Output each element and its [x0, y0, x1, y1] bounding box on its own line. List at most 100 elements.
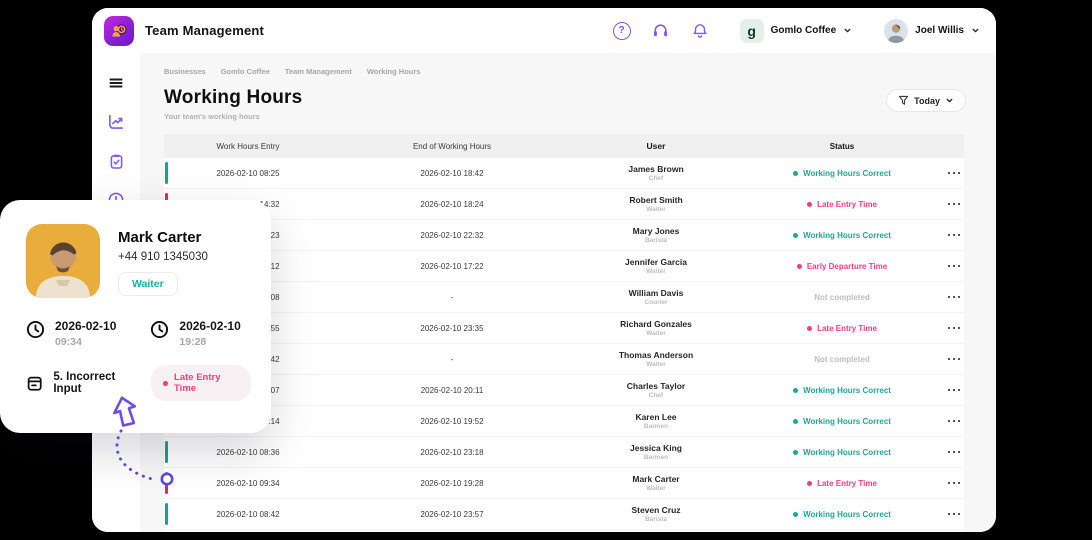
- status-label: Not completed: [814, 293, 870, 302]
- table-row[interactable]: 2026-02-10 08:36 2026-02-10 23:18 Jessic…: [164, 437, 964, 468]
- breadcrumb-team-management[interactable]: Team Management: [285, 67, 352, 76]
- header-user: User: [572, 141, 740, 151]
- table-row[interactable]: 2026-02-10 08:08 - William Davis Courier…: [164, 282, 964, 313]
- table-row[interactable]: 2026-02-10 08:25 2026-02-10 18:42 James …: [164, 158, 964, 189]
- status-label: Working Hours Correct: [803, 169, 891, 178]
- work-hours-entry: 2026-02-10 08:42: [164, 510, 332, 519]
- table-row[interactable]: 2026-02-10 08:55 2026-02-10 23:35 Richar…: [164, 313, 964, 344]
- notifications-bell-icon[interactable]: [690, 21, 710, 41]
- table-row[interactable]: [164, 530, 964, 532]
- status-badge: Early Departure Time: [740, 262, 944, 271]
- working-hours-table: Work Hours Entry End of Working Hours Us…: [164, 134, 964, 532]
- status-badge: Not completed: [740, 293, 944, 302]
- shift-start-date: 2026-02-10: [55, 319, 116, 333]
- table-row[interactable]: 2026-02-10 08:07 2026-02-10 20:11 Charle…: [164, 375, 964, 406]
- employee-detail-popup: Mark Carter +44 910 1345030 Waiter 2026-…: [0, 200, 271, 433]
- menu-hamburger-icon[interactable]: [107, 74, 125, 92]
- business-name: Gomlo Coffee: [771, 25, 837, 36]
- user-role: Waiter: [646, 361, 666, 368]
- journal-icon: [26, 374, 43, 393]
- row-menu-button[interactable]: [944, 296, 964, 299]
- clock-icon: [150, 320, 169, 339]
- employee-photo: [26, 224, 100, 298]
- breadcrumb-working-hours[interactable]: Working Hours: [367, 67, 421, 76]
- breadcrumb: Businesses Gomlo Coffee Team Management …: [164, 67, 966, 76]
- employee-role-badge: Waiter: [118, 272, 178, 296]
- date-filter-button[interactable]: Today: [886, 89, 966, 112]
- row-menu-button[interactable]: [944, 203, 964, 206]
- user-role: Barmen: [644, 423, 668, 430]
- row-menu-button[interactable]: [944, 482, 964, 485]
- shift-end-date: 2026-02-10: [179, 319, 240, 333]
- table-body: 2026-02-10 08:25 2026-02-10 18:42 James …: [164, 158, 964, 532]
- shift-end-time: 19:28: [179, 336, 240, 348]
- row-menu-button[interactable]: [944, 234, 964, 237]
- status-badge: Late Entry Time: [740, 479, 944, 488]
- user-role: Courier: [644, 299, 667, 306]
- user-avatar: [884, 19, 908, 43]
- table-row[interactable]: 2026-02-10 08:14 2026-02-10 19:52 Karen …: [164, 406, 964, 437]
- table-row[interactable]: 2026-02-10 08:23 2026-02-10 22:32 Mary J…: [164, 220, 964, 251]
- date-filter-label: Today: [914, 96, 940, 106]
- user-cell: Jennifer Garcia Waiter: [572, 257, 740, 275]
- user-cell: Mark Carter Waiter: [572, 474, 740, 492]
- support-headset-icon[interactable]: [651, 21, 671, 41]
- status-badge: Working Hours Correct: [740, 169, 944, 178]
- table-header: Work Hours Entry End of Working Hours Us…: [164, 134, 964, 158]
- business-selector[interactable]: g Gomlo Coffee: [740, 19, 853, 43]
- app-title: Team Management: [145, 23, 264, 38]
- breadcrumb-businesses[interactable]: Businesses: [164, 67, 206, 76]
- table-row[interactable]: 2026-02-10 08:42 2026-02-10 23:57 Steven…: [164, 499, 964, 530]
- row-menu-button[interactable]: [944, 389, 964, 392]
- shift-start-time: 09:34: [55, 336, 116, 348]
- status-label: Late Entry Time: [817, 479, 877, 488]
- row-menu-button[interactable]: [944, 513, 964, 516]
- row-menu-button[interactable]: [944, 420, 964, 423]
- header-status: Status: [740, 142, 944, 151]
- table-row[interactable]: 2026-02-10 14:32 2026-02-10 18:24 Robert…: [164, 189, 964, 220]
- user-name: William Davis: [629, 288, 684, 298]
- row-menu-button[interactable]: [944, 172, 964, 175]
- page-subtitle: Your team's working hours: [164, 112, 302, 121]
- table-row[interactable]: 2026-02-10 08:42 - Thomas Anderson Waite…: [164, 344, 964, 375]
- chevron-down-icon: [945, 96, 954, 105]
- row-menu-button[interactable]: [944, 451, 964, 454]
- user-cell: William Davis Courier: [572, 288, 740, 306]
- end-of-working-hours: 2026-02-10 18:42: [332, 169, 572, 178]
- app-logo-icon: [104, 16, 134, 46]
- sidebar-item-tasks-clipboard-icon[interactable]: [107, 152, 125, 170]
- row-menu-button[interactable]: [944, 265, 964, 268]
- header-end-of-working-hours: End of Working Hours: [332, 142, 572, 151]
- user-menu[interactable]: Joel Willis: [884, 19, 980, 43]
- user-name: Charles Taylor: [627, 381, 685, 391]
- header-work-hours-entry: Work Hours Entry: [164, 142, 332, 151]
- status-badge: Working Hours Correct: [740, 231, 944, 240]
- shift-end: 2026-02-10 19:28: [150, 319, 240, 348]
- row-menu-button[interactable]: [944, 327, 964, 330]
- user-name: James Brown: [628, 164, 683, 174]
- user-role: Waiter: [646, 206, 666, 213]
- filter-funnel-icon: [898, 95, 909, 106]
- user-role: Chef: [649, 175, 663, 182]
- user-name: Thomas Anderson: [619, 350, 693, 360]
- end-of-working-hours: 2026-02-10 23:18: [332, 448, 572, 457]
- sidebar-item-analytics-chart-icon[interactable]: [107, 113, 125, 131]
- status-dot: [807, 202, 812, 207]
- user-cell: Steven Cruz Barista: [572, 505, 740, 523]
- status-dot: [793, 450, 798, 455]
- table-row[interactable]: 2026-02-10 08:12 2026-02-10 17:22 Jennif…: [164, 251, 964, 282]
- row-menu-button[interactable]: [944, 358, 964, 361]
- user-name: Joel Willis: [915, 25, 964, 36]
- user-cell: Robert Smith Waiter: [572, 195, 740, 213]
- user-name: Jessica King: [630, 443, 682, 453]
- status-badge: Working Hours Correct: [740, 386, 944, 395]
- user-cell: Karen Lee Barmen: [572, 412, 740, 430]
- breadcrumb-business[interactable]: Gomlo Coffee: [221, 67, 270, 76]
- end-of-working-hours: -: [332, 355, 572, 364]
- screen: Team Management ? g: [0, 0, 1092, 540]
- table-row[interactable]: 2026-02-10 09:34 2026-02-10 19:28 Mark C…: [164, 468, 964, 499]
- chevron-down-icon: [843, 26, 852, 35]
- status-badge: Not completed: [740, 355, 944, 364]
- user-cell: Thomas Anderson Waiter: [572, 350, 740, 368]
- help-icon[interactable]: ?: [612, 21, 632, 41]
